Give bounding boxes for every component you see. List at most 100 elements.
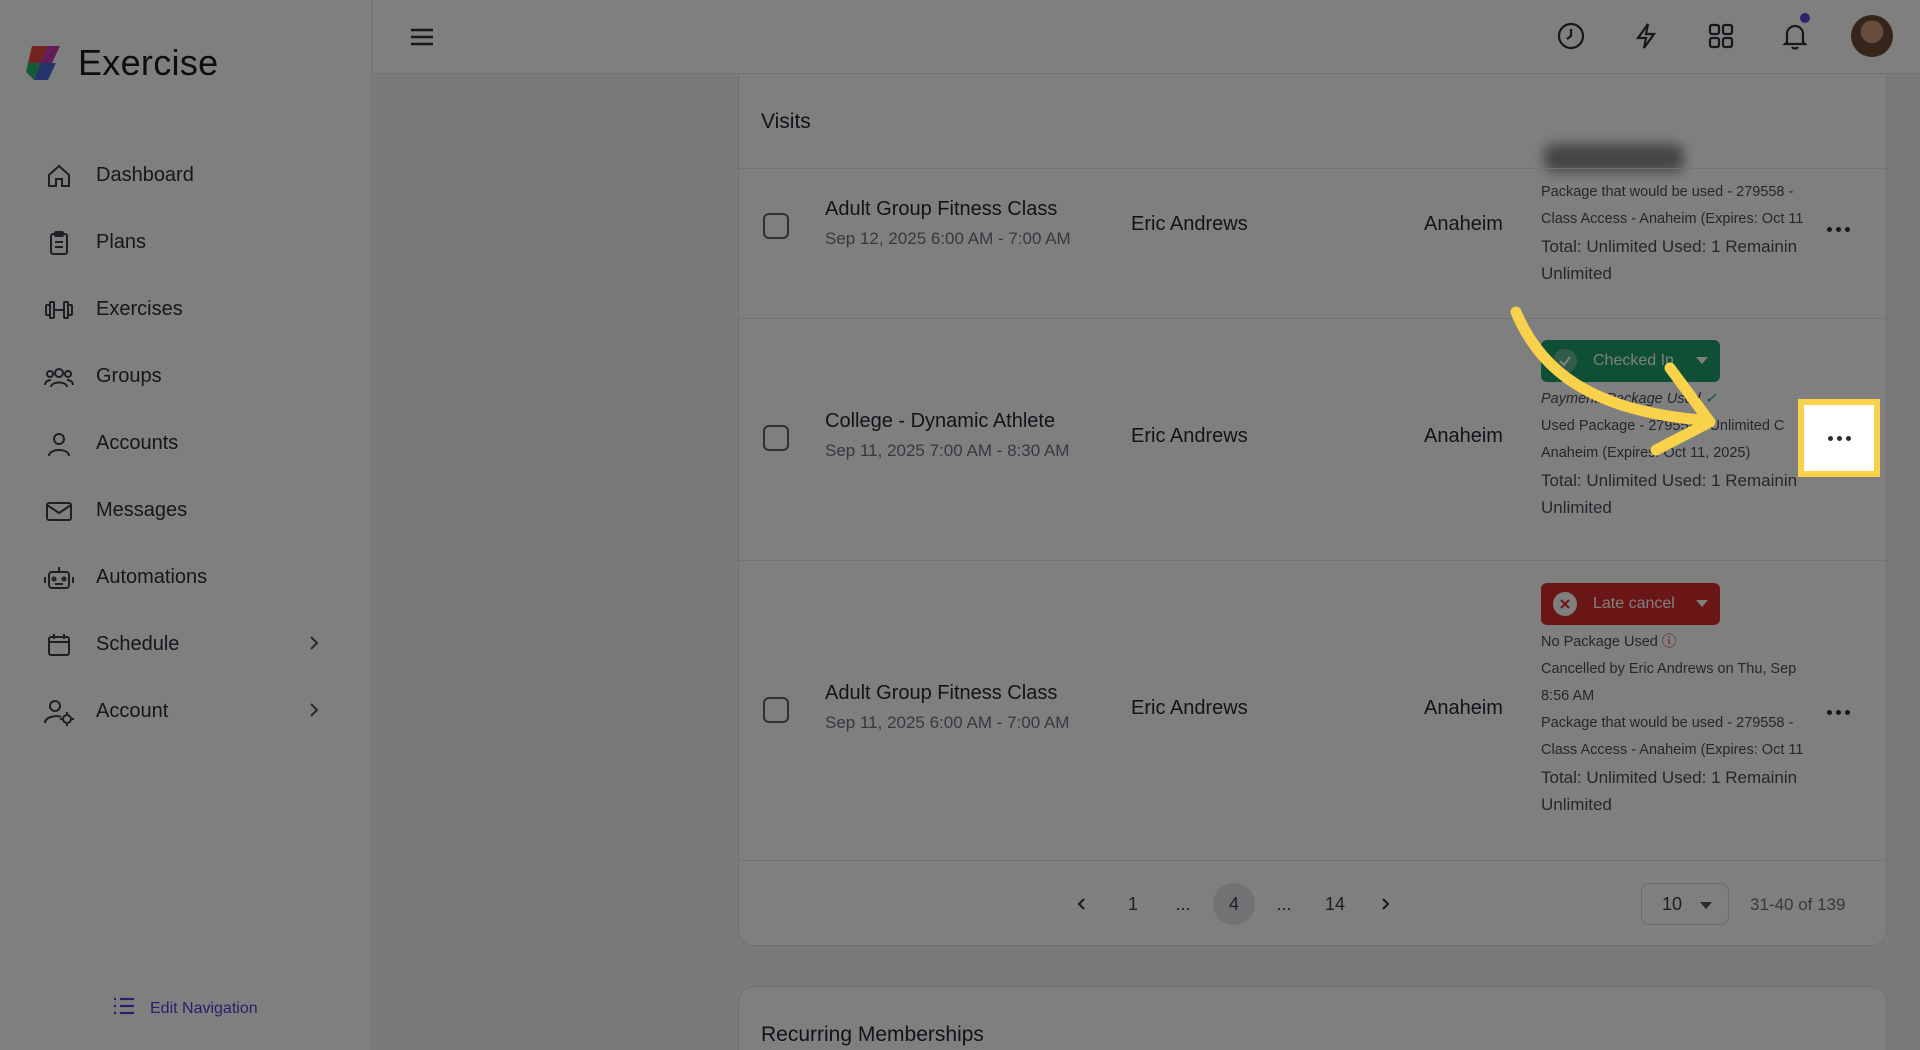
- app-name: Exercise: [78, 42, 219, 83]
- more-options-button[interactable]: [1818, 214, 1858, 244]
- visits-title: Visits: [761, 110, 811, 133]
- sidebar-item-label: Schedule: [96, 633, 180, 655]
- package-info: Package that would be used - 279558 - Cl…: [1541, 179, 1811, 287]
- page-4[interactable]: 4: [1213, 883, 1255, 925]
- page-ellipsis: ...: [1175, 893, 1191, 914]
- sidebar-item-label: Exercises: [96, 298, 183, 320]
- sidebar-item-automations[interactable]: Automations: [0, 544, 372, 611]
- chevron-right-icon: [304, 700, 324, 720]
- package-info: Payment: Package Used ✓ Used Package - 2…: [1541, 386, 1811, 521]
- sidebar-item-dashboard[interactable]: Dashboard: [0, 142, 372, 209]
- sidebar-item-label: Messages: [96, 499, 188, 521]
- dumbbell-icon: [42, 293, 76, 327]
- avatar[interactable]: [1851, 15, 1893, 57]
- sidebar: Exercise Dashboard Plans Exercises Group…: [0, 0, 372, 1050]
- sidebar-item-label: Accounts: [96, 432, 179, 454]
- page-ellipsis: ...: [1276, 893, 1292, 914]
- sidebar-item-label: Groups: [96, 365, 162, 387]
- package-line: Package that would be used - 279558 -: [1541, 715, 1794, 731]
- payment-label: Payment: Package Used: [1541, 391, 1701, 407]
- package-remaining: Unlimited: [1541, 498, 1612, 517]
- visits-card: Visits Adult Group Fitness Class Sep 12,…: [738, 74, 1888, 946]
- class-time: Sep 12, 2025 6:00 AM - 7:00 AM: [825, 229, 1071, 248]
- recurring-memberships-card: Recurring Memberships: [738, 986, 1887, 1050]
- clock-icon[interactable]: [1554, 19, 1588, 53]
- sidebar-item-messages[interactable]: Messages: [0, 477, 372, 544]
- sidebar-item-groups[interactable]: Groups: [0, 343, 372, 410]
- per-page-select[interactable]: 10: [1641, 883, 1729, 925]
- class-time: Sep 11, 2025 6:00 AM - 7:00 AM: [825, 713, 1070, 732]
- calendar-icon: [42, 628, 76, 662]
- top-bar: [373, 0, 1920, 74]
- mail-icon: [42, 494, 76, 528]
- sidebar-item-exercises[interactable]: Exercises: [0, 276, 372, 343]
- package-remaining: Unlimited: [1541, 795, 1612, 814]
- cancel-time: 8:56 AM: [1541, 688, 1595, 704]
- sidebar-item-label: Plans: [96, 231, 147, 253]
- row-checkbox[interactable]: [763, 425, 789, 451]
- location: Anaheim: [1424, 425, 1503, 447]
- caret-down-icon: [1696, 600, 1708, 607]
- package-line: Used Package - 279558 - Unlimited C: [1541, 418, 1785, 434]
- status-dropdown-late-cancel[interactable]: Late cancel: [1541, 583, 1720, 625]
- bell-icon[interactable]: [1778, 13, 1812, 53]
- status-dropdown-checked-in[interactable]: Checked In: [1541, 340, 1720, 382]
- alert-circle-icon: ⓘ: [1661, 634, 1677, 650]
- status-label: Late cancel: [1593, 595, 1675, 612]
- lightning-icon[interactable]: [1629, 19, 1663, 53]
- check-icon: [1553, 349, 1577, 373]
- prev-page-icon[interactable]: [1061, 883, 1103, 925]
- more-options-button[interactable]: [1818, 697, 1858, 727]
- clipboard-icon: [42, 226, 76, 260]
- next-page-icon[interactable]: [1364, 883, 1406, 925]
- sidebar-item-schedule[interactable]: Schedule: [0, 611, 372, 678]
- payment-line: Payment: Package Used ✓: [1541, 386, 1811, 413]
- user-icon: [42, 427, 76, 461]
- list-icon: [112, 995, 136, 1022]
- member-name[interactable]: Eric Andrews: [1131, 425, 1248, 448]
- package-line: Class Access - Anaheim (Expires: Oct 11: [1541, 211, 1804, 227]
- per-page-value: 10: [1662, 893, 1683, 914]
- exercise-logo-icon: [26, 42, 66, 84]
- sidebar-item-plans[interactable]: Plans: [0, 209, 372, 276]
- page-1[interactable]: 1: [1112, 883, 1154, 925]
- location: Anaheim: [1424, 697, 1503, 719]
- notification-dot: [1800, 13, 1810, 23]
- package-totals: Total: Unlimited Used: 1 Remainin: [1541, 471, 1798, 490]
- package-totals: Total: Unlimited Used: 1 Remainin: [1541, 237, 1798, 256]
- row-checkbox[interactable]: [763, 213, 789, 239]
- sidebar-item-account[interactable]: Account: [0, 678, 372, 745]
- sidebar-nav: Dashboard Plans Exercises Groups Account…: [0, 142, 372, 745]
- page-range: 31-40 of 139: [1750, 895, 1846, 914]
- x-circle-icon: [1553, 592, 1577, 616]
- package-totals: Total: Unlimited Used: 1 Remainin: [1541, 768, 1798, 787]
- payment-label: No Package Used: [1541, 634, 1658, 650]
- row-checkbox[interactable]: [763, 697, 789, 723]
- app-logo[interactable]: Exercise: [26, 42, 218, 84]
- payment-line: No Package Used ⓘ: [1541, 629, 1811, 656]
- package-line: Anaheim (Expires: Oct 11, 2025): [1541, 445, 1751, 461]
- sidebar-item-accounts[interactable]: Accounts: [0, 410, 372, 477]
- member-name[interactable]: Eric Andrews: [1131, 697, 1248, 720]
- recurring-memberships-title: Recurring Memberships: [761, 1023, 984, 1046]
- edit-navigation-link[interactable]: Edit Navigation: [112, 995, 258, 1022]
- menu-toggle-icon[interactable]: [407, 22, 437, 52]
- package-info: No Package Used ⓘ Cancelled by Eric Andr…: [1541, 629, 1811, 818]
- home-icon: [42, 159, 76, 193]
- users-icon: [42, 360, 76, 394]
- sidebar-item-label: Automations: [96, 566, 208, 588]
- package-line: Class Access - Anaheim (Expires: Oct 11: [1541, 742, 1804, 758]
- edit-navigation-label: Edit Navigation: [150, 999, 258, 1017]
- robot-icon: [42, 561, 76, 595]
- highlighted-more-options-button[interactable]: [1798, 399, 1880, 477]
- class-time: Sep 11, 2025 7:00 AM - 8:30 AM: [825, 441, 1070, 460]
- package-remaining: Unlimited: [1541, 264, 1612, 283]
- chevron-right-icon: [304, 633, 324, 653]
- user-gear-icon: [42, 695, 76, 729]
- apps-grid-icon[interactable]: [1704, 19, 1738, 53]
- table-row: Adult Group Fitness Class Sep 11, 2025 6…: [739, 560, 1888, 860]
- member-name[interactable]: Eric Andrews: [1131, 213, 1248, 236]
- page-14[interactable]: 14: [1314, 883, 1356, 925]
- class-name: Adult Group Fitness Class: [825, 682, 1058, 704]
- class-name: Adult Group Fitness Class: [825, 198, 1058, 220]
